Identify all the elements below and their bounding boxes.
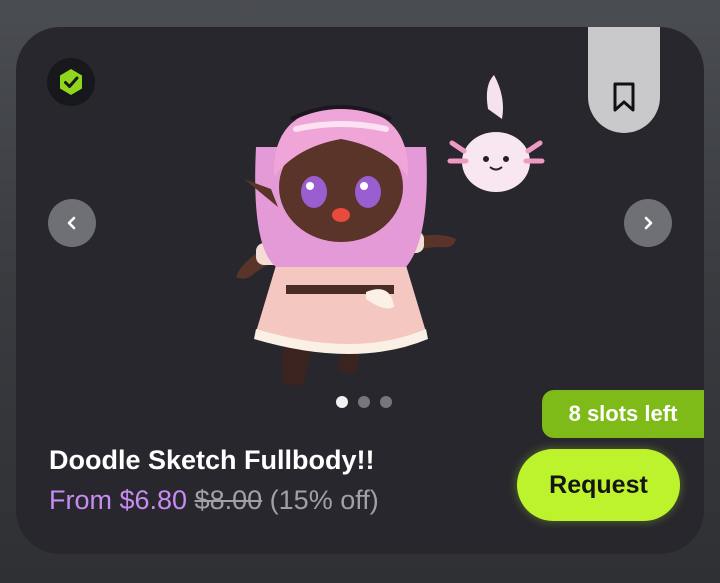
carousel-prev-button[interactable] [48, 199, 96, 247]
artwork-image [236, 75, 545, 385]
chevron-right-icon [644, 216, 653, 230]
price-discount: (15% off) [269, 485, 379, 515]
listing-title: Doodle Sketch Fullbody!! [49, 445, 375, 475]
carousel-dot[interactable] [336, 396, 348, 408]
bookmark-icon [613, 82, 635, 112]
carousel-dot[interactable] [380, 396, 392, 408]
carousel-dot[interactable] [358, 396, 370, 408]
carousel-indicator [336, 396, 392, 408]
slots-left-badge: 8 slots left [542, 390, 704, 438]
price-line: From $6.80 $8.00 (15% off) [49, 485, 379, 516]
carousel-next-button[interactable] [624, 199, 672, 247]
price-current: From $6.80 [49, 485, 188, 515]
request-button[interactable]: Request [517, 449, 680, 521]
verified-badge [47, 58, 95, 106]
price-original: $8.00 [194, 485, 263, 515]
verified-shield-icon [60, 69, 82, 95]
bookmark-button[interactable] [588, 27, 660, 133]
chevron-left-icon [67, 216, 76, 230]
commission-card[interactable]: 8 slots left Doodle Sketch Fullbody!! Fr… [16, 27, 704, 554]
